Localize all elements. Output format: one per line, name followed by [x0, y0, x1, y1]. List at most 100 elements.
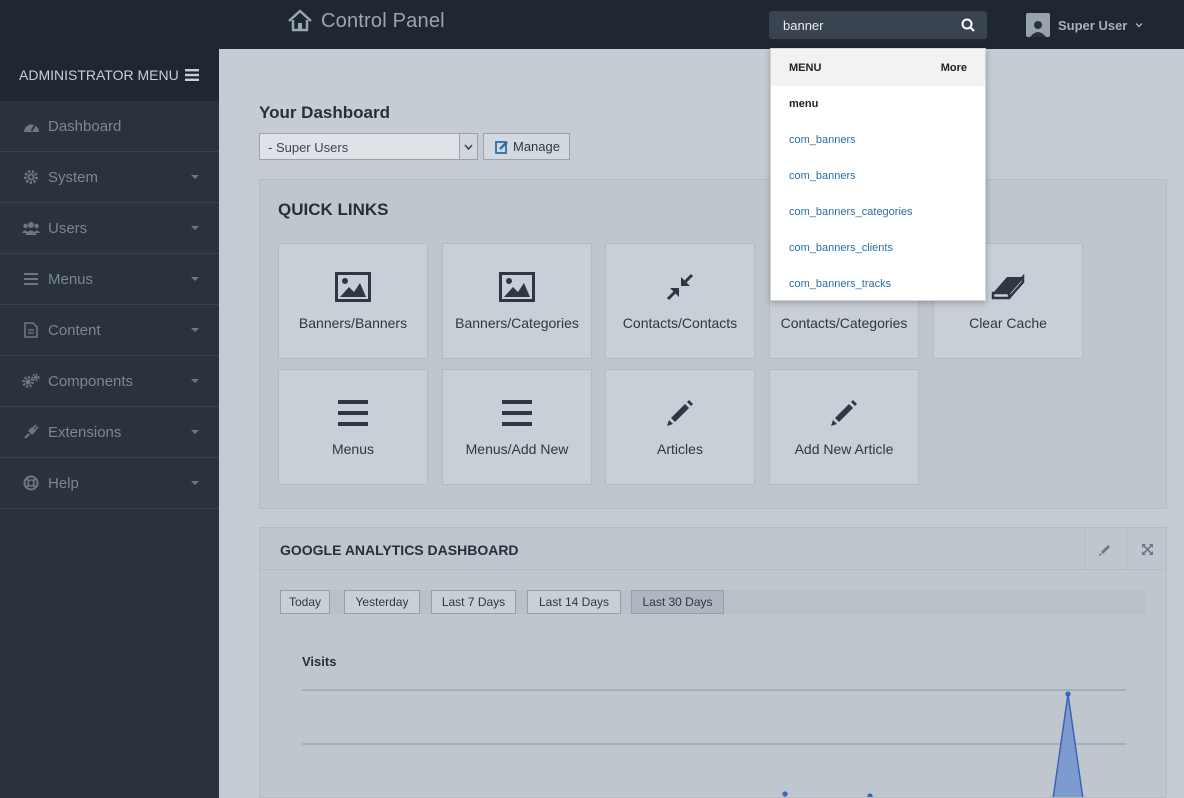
sidebar-item-label: Menus — [48, 270, 94, 288]
tile-label: Contacts/Contacts — [622, 315, 738, 331]
quick-link-menus[interactable]: Menus — [278, 369, 428, 485]
tile-label: Contacts/Categories — [780, 315, 908, 331]
chevron-down-icon — [1135, 23, 1143, 28]
quick-link-articles[interactable]: Articles — [605, 369, 755, 485]
dashboard-select[interactable]: - Super Users — [259, 133, 478, 160]
users-icon — [22, 219, 40, 237]
dropdown-header: MENU More — [771, 49, 985, 86]
tile-label: Add New Article — [794, 441, 894, 457]
tile-label: Menus/Add New — [465, 441, 569, 457]
dashboard-icon — [22, 117, 40, 135]
gear-icon — [22, 168, 40, 186]
sidebar-item-label: Content — [48, 321, 101, 339]
search-icon[interactable] — [961, 18, 975, 32]
sidebar-item-label: Extensions — [48, 423, 122, 441]
edit-icon — [495, 140, 508, 154]
page-title: Your Dashboard — [259, 103, 390, 122]
caret-down-icon — [191, 481, 199, 485]
sidebar-item-label: Components — [48, 372, 134, 390]
manage-label: Manage — [513, 139, 560, 154]
range-last-7-days-button[interactable]: Last 7 Days — [431, 590, 516, 614]
tile-label: Menus — [331, 441, 375, 457]
app-title: Control Panel — [321, 9, 445, 32]
sidebar-title: ADMINISTRATOR MENU — [19, 67, 179, 83]
sidebar-item-users[interactable]: Users — [0, 203, 219, 254]
edit-button[interactable] — [1084, 528, 1126, 570]
search-input[interactable] — [769, 11, 949, 39]
fullscreen-button[interactable] — [1126, 528, 1166, 570]
sidebar-item-content[interactable]: Content — [0, 305, 219, 356]
data-point — [867, 793, 873, 797]
eraser-icon — [990, 270, 1026, 304]
sidebar-item-system[interactable]: System — [0, 152, 219, 203]
pencil-icon — [829, 396, 859, 430]
pencil-icon — [1099, 544, 1110, 556]
search-result-item[interactable]: com_banners_tracks — [771, 266, 985, 302]
sidebar-item-label: System — [48, 168, 99, 186]
plug-icon — [22, 423, 40, 441]
dropdown-section-title: MENU — [789, 61, 822, 74]
cogs-icon — [22, 372, 40, 390]
quick-link-add-new-article[interactable]: Add New Article — [769, 369, 919, 485]
image-icon — [499, 270, 535, 304]
sidebar-item-label: Help — [48, 474, 79, 492]
sidebar-header: ADMINISTRATOR MENU — [0, 49, 219, 101]
range-last-14-days-button[interactable]: Last 14 Days — [527, 590, 621, 614]
caret-down-icon — [191, 226, 199, 230]
compress-icon — [665, 270, 695, 304]
top-header: Control Panel Super User — [0, 0, 1184, 49]
pencil-icon — [665, 396, 695, 430]
manage-button[interactable]: Manage — [483, 133, 570, 160]
sidebar-item-menus[interactable]: Menus — [0, 254, 219, 305]
quick-link-menus-add-new[interactable]: Menus/Add New — [442, 369, 592, 485]
tile-label: Articles — [657, 441, 703, 457]
sidebar-item-label: Users — [48, 219, 88, 237]
caret-down-icon — [191, 430, 199, 434]
search-result-item[interactable]: com_banners_categories — [771, 194, 985, 230]
expand-icon — [1142, 543, 1153, 555]
search-result-item[interactable]: menu — [771, 86, 985, 122]
dashboard-select-value: - Super Users — [268, 140, 349, 155]
sidebar-item-extensions[interactable]: Extensions — [0, 407, 219, 458]
series-area — [1052, 693, 1084, 797]
range-today-button[interactable]: Today — [280, 590, 330, 614]
sidebar-item-dashboard[interactable]: Dashboard — [0, 101, 219, 152]
user-menu[interactable]: Super User — [1026, 13, 1143, 37]
analytics-header: GOOGLE ANALYTICS DASHBOARD — [260, 528, 1166, 570]
list-icon — [22, 270, 40, 288]
home-icon — [288, 9, 312, 32]
tile-label: Banners/Categories — [455, 315, 579, 331]
quick-link-contacts-contacts[interactable]: Contacts/Contacts — [605, 243, 755, 359]
data-point — [782, 791, 788, 797]
sidebar-item-label: Dashboard — [48, 117, 122, 135]
analytics-panel: GOOGLE ANALYTICS DASHBOARD Today Yesterd… — [259, 527, 1167, 798]
sidebar: ADMINISTRATOR MENU Dashboard System User… — [0, 49, 219, 798]
search-result-item[interactable]: com_banners — [771, 122, 985, 158]
brand[interactable]: Control Panel — [287, 9, 445, 33]
document-icon — [22, 321, 40, 339]
chart-label: Visits — [302, 654, 337, 669]
list-icon — [338, 396, 368, 430]
quick-link-banners-categories[interactable]: Banners/Categories — [442, 243, 592, 359]
list-icon — [502, 396, 532, 430]
lifebuoy-icon — [22, 474, 40, 492]
user-name: Super User — [1058, 17, 1128, 33]
sidebar-item-components[interactable]: Components — [0, 356, 219, 407]
menu-toggle-icon[interactable] — [185, 69, 199, 81]
range-last-30-days-button[interactable]: Last 30 Days — [631, 590, 724, 614]
caret-down-icon — [191, 328, 199, 332]
sidebar-item-help[interactable]: Help — [0, 458, 219, 509]
quick-links-title: QUICK LINKS — [278, 200, 389, 219]
more-link[interactable]: More — [941, 62, 967, 74]
range-yesterday-button[interactable]: Yesterday — [344, 590, 420, 614]
analytics-title: GOOGLE ANALYTICS DASHBOARD — [280, 542, 519, 558]
search-box — [769, 11, 987, 39]
search-result-item[interactable]: com_banners — [771, 158, 985, 194]
visits-chart — [302, 689, 1126, 797]
search-results-dropdown: MENU More menu com_banners com_banners c… — [770, 48, 986, 301]
chevron-down-icon — [459, 134, 477, 159]
data-point — [1065, 691, 1071, 697]
quick-link-banners-banners[interactable]: Banners/Banners — [278, 243, 428, 359]
caret-down-icon — [191, 175, 199, 179]
search-result-item[interactable]: com_banners_clients — [771, 230, 985, 266]
